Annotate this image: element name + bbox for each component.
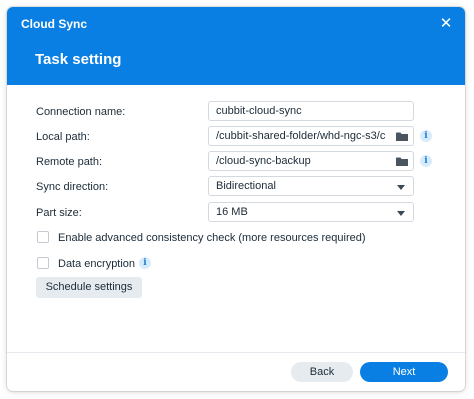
chevron-down-icon [397, 211, 405, 216]
app-title: Cloud Sync [21, 17, 88, 31]
schedule-settings-button[interactable]: Schedule settings [36, 277, 142, 298]
sync-direction-select[interactable]: Bidirectional [208, 176, 414, 196]
folder-icon[interactable] [396, 132, 408, 141]
connection-name-input[interactable]: cubbit-cloud-sync [208, 101, 414, 121]
remote-path-value: /cloud-sync-backup [216, 155, 311, 167]
footer-divider [7, 352, 465, 353]
local-path-input[interactable]: /cubbit-shared-folder/whd-ngc-s3/c [208, 126, 414, 146]
local-path-value: /cubbit-shared-folder/whd-ngc-s3/c [216, 130, 386, 142]
next-button[interactable]: Next [360, 362, 448, 382]
advanced-consistency-label[interactable]: Enable advanced consistency check (more … [58, 232, 366, 244]
advanced-consistency-checkbox[interactable] [37, 231, 49, 243]
page-title: Task setting [35, 51, 122, 68]
part-size-label: Part size: [36, 207, 82, 219]
data-encryption-checkbox[interactable] [37, 257, 49, 269]
folder-icon[interactable] [396, 157, 408, 166]
part-size-select[interactable]: 16 MB [208, 202, 414, 222]
local-path-info-icon[interactable]: i [420, 130, 432, 142]
remote-path-label: Remote path: [36, 156, 103, 168]
local-path-label: Local path: [36, 131, 90, 143]
part-size-value: 16 MB [216, 206, 248, 218]
data-encryption-info-icon[interactable]: i [139, 257, 151, 269]
chevron-down-icon [397, 185, 405, 190]
connection-name-value: cubbit-cloud-sync [216, 105, 302, 117]
data-encryption-label[interactable]: Data encryption [58, 258, 135, 270]
close-icon[interactable]: ✕ [437, 15, 455, 33]
remote-path-input[interactable]: /cloud-sync-backup [208, 151, 414, 171]
remote-path-info-icon[interactable]: i [420, 155, 432, 167]
sync-direction-value: Bidirectional [216, 180, 276, 192]
sync-direction-label: Sync direction: [36, 181, 109, 193]
dialog-header: Cloud Sync ✕ Task setting [7, 7, 465, 85]
connection-name-label: Connection name: [36, 106, 126, 118]
back-button[interactable]: Back [291, 362, 353, 382]
cloud-sync-dialog: Cloud Sync ✕ Task setting Connection nam… [7, 7, 465, 391]
